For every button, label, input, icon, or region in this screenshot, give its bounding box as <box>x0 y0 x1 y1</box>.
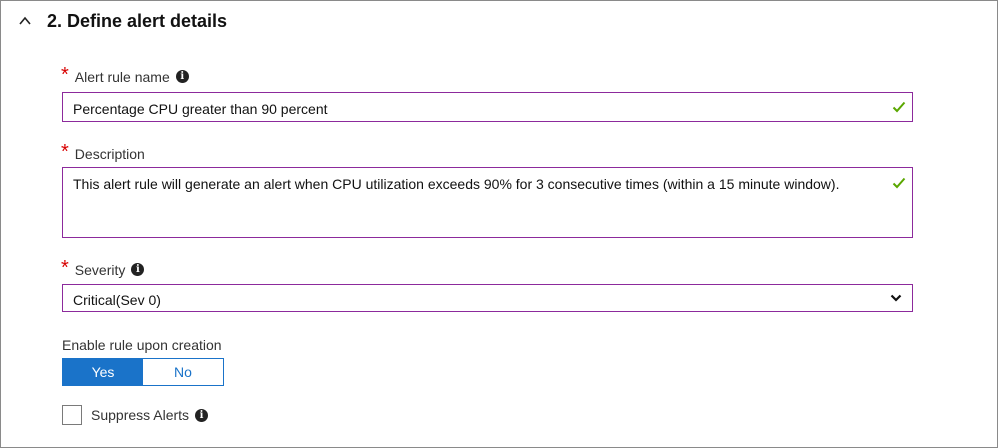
severity-label: Severity <box>74 262 126 278</box>
suppress-alerts-label: Suppress Alerts <box>91 407 190 423</box>
valid-check-icon <box>892 101 906 113</box>
chevron-up-icon[interactable] <box>17 13 33 29</box>
required-asterisk: * <box>61 257 69 279</box>
severity-selected-value: Critical(Sev 0) <box>73 292 161 308</box>
suppress-alerts-row: Suppress Alerts i <box>62 405 209 425</box>
description-label: Description <box>74 146 145 162</box>
info-icon[interactable]: i <box>175 70 189 83</box>
enable-rule-toggle[interactable]: Yes No <box>62 358 224 386</box>
enable-no-option[interactable]: No <box>143 359 223 385</box>
alert-details-panel: 2. Define alert details * Alert rule nam… <box>0 0 998 448</box>
section-title: 2. Define alert details <box>47 10 228 31</box>
section-header[interactable]: 2. Define alert details <box>17 9 227 33</box>
valid-check-icon <box>892 177 906 189</box>
enable-rule-label: Enable rule upon creation <box>62 337 222 353</box>
description-value: This alert rule will generate an alert w… <box>73 176 840 192</box>
suppress-alerts-checkbox[interactable] <box>62 405 82 425</box>
chevron-down-icon[interactable] <box>890 292 902 304</box>
required-asterisk: * <box>61 141 69 163</box>
required-asterisk: * <box>61 64 69 86</box>
rule-name-label: Alert rule name <box>74 69 170 85</box>
rule-name-value: Percentage CPU greater than 90 percent <box>73 101 328 117</box>
severity-dropdown[interactable]: Critical(Sev 0) <box>62 284 913 312</box>
severity-label-row: * Severity i <box>61 257 145 280</box>
rule-name-label-row: * Alert rule name i <box>61 64 189 87</box>
description-label-row: * Description <box>61 141 145 164</box>
info-icon[interactable]: i <box>131 263 145 276</box>
enable-yes-option[interactable]: Yes <box>63 359 143 385</box>
info-icon[interactable]: i <box>195 408 209 422</box>
alert-rule-name-input[interactable]: Percentage CPU greater than 90 percent <box>62 92 913 122</box>
description-textarea[interactable]: This alert rule will generate an alert w… <box>62 167 913 238</box>
